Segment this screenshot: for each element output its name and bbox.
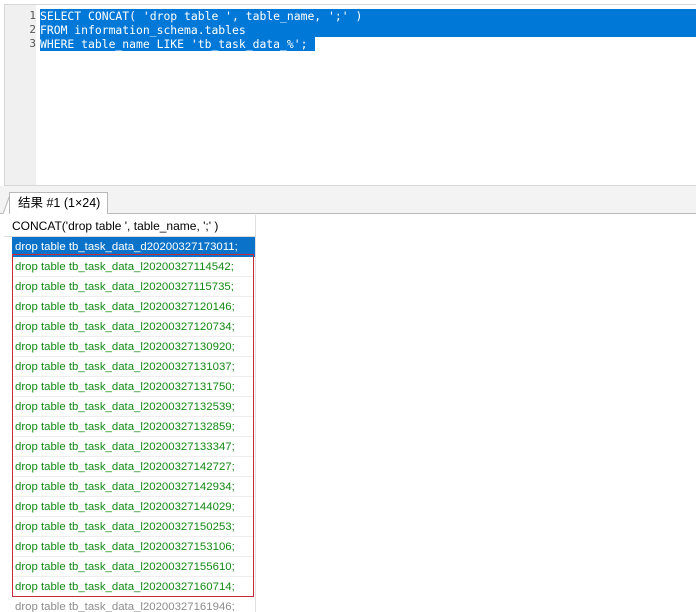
table-row[interactable]: drop table tb_task_data_l20200327161946; [12,597,255,612]
table-row[interactable]: drop table tb_task_data_l20200327160714; [12,577,255,597]
line-number: 2 [29,23,36,36]
table-row[interactable]: drop table tb_task_data_d20200327173011; [12,237,255,257]
table-row[interactable]: drop table tb_task_data_l20200327133347; [12,437,255,457]
table-row[interactable]: drop table tb_task_data_l20200327131750; [12,377,255,397]
sql-line[interactable]: WHERE table_name LIKE 'tb_task_data_%'; [40,37,307,51]
result-grid[interactable]: CONCAT('drop table ', table_name, ';' ) … [4,215,256,612]
table-row[interactable]: drop table tb_task_data_l20200327142934; [12,477,255,497]
sql-editor[interactable]: 1 2 3 SELECT CONCAT( 'drop table ', tabl… [4,4,696,186]
table-row[interactable]: drop table tb_task_data_l20200327120734; [12,317,255,337]
table-row[interactable]: drop table tb_task_data_l20200327132859; [12,417,255,437]
line-number: 3 [29,37,36,50]
table-row[interactable]: drop table tb_task_data_l20200327150253; [12,517,255,537]
table-row[interactable]: drop table tb_task_data_l20200327153106; [12,537,255,557]
table-row[interactable]: drop table tb_task_data_l20200327131037; [12,357,255,377]
table-row[interactable]: drop table tb_task_data_l20200327120146; [12,297,255,317]
sql-line[interactable]: FROM information_schema.tables [40,23,246,37]
tab-result-1[interactable]: 结果 #1 (1×24) [9,192,109,214]
table-row[interactable]: drop table tb_task_data_l20200327130920; [12,337,255,357]
table-row[interactable]: drop table tb_task_data_l20200327142727; [12,457,255,477]
line-number-gutter: 1 2 3 [5,5,36,185]
table-row[interactable]: drop table tb_task_data_l20200327114542; [12,257,255,277]
line-number: 1 [29,9,36,22]
table-row[interactable]: drop table tb_task_data_l20200327155610; [12,557,255,577]
empty-result-area [256,215,696,612]
table-row[interactable]: drop table tb_task_data_l20200327115735; [12,277,255,297]
sql-line[interactable]: SELECT CONCAT( 'drop table ', table_name… [40,9,362,23]
table-row[interactable]: drop table tb_task_data_l20200327132539; [12,397,255,417]
table-row[interactable]: drop table tb_task_data_l20200327144029; [12,497,255,517]
column-header[interactable]: CONCAT('drop table ', table_name, ';' ) [4,215,255,237]
